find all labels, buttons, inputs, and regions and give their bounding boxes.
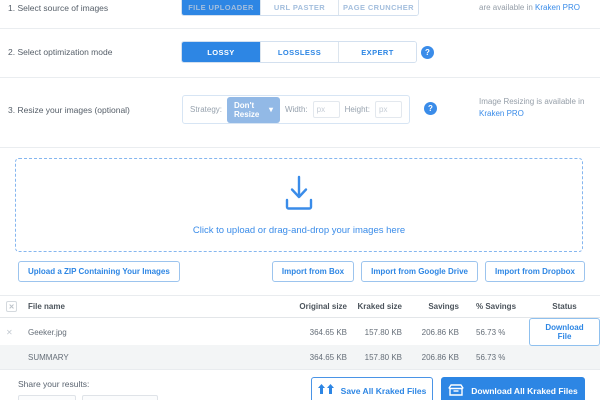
import-google-drive-button[interactable]: Import from Google Drive bbox=[361, 261, 478, 282]
upload-zip-button[interactable]: Upload a ZIP Containing Your Images bbox=[18, 261, 180, 282]
tab-url-paster[interactable]: URL PASTER bbox=[260, 0, 338, 15]
archive-box-icon bbox=[448, 384, 464, 398]
width-input[interactable] bbox=[313, 101, 340, 118]
import-dropbox-button[interactable]: Import from Dropbox bbox=[485, 261, 585, 282]
col-pct-savings: % Savings bbox=[459, 302, 529, 311]
width-label: Width: bbox=[285, 105, 308, 114]
col-original-size: Original size bbox=[274, 302, 347, 311]
resize-pro-note: Image Resizing is available in Kraken PR… bbox=[479, 96, 594, 120]
col-file-name: File name bbox=[28, 302, 274, 311]
pro-note-text: are available in bbox=[479, 3, 535, 12]
resize-help-icon[interactable]: ? bbox=[424, 102, 437, 115]
upload-arrow-icon bbox=[277, 175, 321, 216]
share-button-2[interactable] bbox=[82, 395, 158, 400]
upload-dropzone[interactable]: Click to upload or drag-and-drop your im… bbox=[15, 158, 583, 252]
mode-selector: LOSSY LOSSLESS EXPERT bbox=[181, 41, 417, 63]
pro-note: are available in Kraken PRO bbox=[479, 2, 594, 14]
share-button-1[interactable] bbox=[18, 395, 76, 400]
table-header-row: ✕ File name Original size Kraked size Sa… bbox=[0, 295, 600, 318]
col-savings: Savings bbox=[402, 302, 459, 311]
table-row: ✕ Geeker.jpg 364.65 KB 157.80 KB 206.86 … bbox=[0, 318, 600, 345]
download-file-button[interactable]: Download File bbox=[529, 318, 600, 346]
strategy-label: Strategy: bbox=[190, 105, 222, 114]
tab-page-cruncher[interactable]: PAGE CRUNCHER bbox=[338, 0, 418, 15]
strategy-value: Don't Resize bbox=[234, 101, 264, 119]
file-savings: 206.86 KB bbox=[402, 328, 459, 337]
section-divider-2 bbox=[0, 77, 600, 78]
save-all-label: Save All Kraked Files bbox=[341, 386, 427, 396]
col-kraked-size: Kraked size bbox=[347, 302, 402, 311]
dropzone-text: Click to upload or drag-and-drop your im… bbox=[193, 225, 405, 236]
summary-savings: 206.86 KB bbox=[402, 353, 459, 362]
mode-help-icon[interactable]: ? bbox=[421, 46, 434, 59]
section-divider-1 bbox=[0, 28, 600, 29]
share-results-label: Share your results: bbox=[18, 379, 89, 389]
resize-pro-note-text: Image Resizing is available in bbox=[479, 97, 584, 106]
tab-file-uploader[interactable]: FILE UPLOADER bbox=[182, 0, 260, 15]
summary-row: SUMMARY 364.65 KB 157.80 KB 206.86 KB 56… bbox=[0, 345, 600, 370]
source-tabs: FILE UPLOADER URL PASTER PAGE CRUNCHER bbox=[181, 0, 419, 16]
remove-file-icon[interactable]: ✕ bbox=[6, 328, 28, 337]
col-status: Status bbox=[529, 302, 600, 311]
results-table: ✕ File name Original size Kraked size Sa… bbox=[0, 295, 600, 370]
strategy-select[interactable]: Don't Resize ▾ bbox=[227, 97, 280, 123]
summary-original-size: 364.65 KB bbox=[274, 353, 347, 362]
resize-kraken-pro-link[interactable]: Kraken PRO bbox=[479, 109, 524, 118]
download-all-label: Download All Kraked Files bbox=[471, 386, 577, 396]
resize-controls: Strategy: Don't Resize ▾ Width: Height: bbox=[182, 95, 410, 124]
import-box-button[interactable]: Import from Box bbox=[272, 261, 354, 282]
step1-label: 1. Select source of images bbox=[8, 3, 108, 13]
step2-label: 2. Select optimization mode bbox=[8, 47, 112, 57]
clear-all-icon[interactable]: ✕ bbox=[6, 301, 17, 312]
summary-pct-savings: 56.73 % bbox=[459, 353, 529, 362]
cloud-save-icon bbox=[318, 384, 334, 397]
mode-lossy[interactable]: LOSSY bbox=[182, 42, 260, 62]
save-all-kraked-files-button[interactable]: Save All Kraked Files bbox=[311, 377, 433, 400]
kraken-optimizer-page: 1. Select source of images FILE UPLOADER… bbox=[0, 0, 600, 400]
file-name: Geeker.jpg bbox=[28, 328, 274, 337]
kraken-pro-link[interactable]: Kraken PRO bbox=[535, 3, 580, 12]
download-all-kraked-files-button[interactable]: Download All Kraked Files bbox=[441, 377, 585, 400]
mode-lossless[interactable]: LOSSLESS bbox=[260, 42, 338, 62]
summary-label: SUMMARY bbox=[28, 353, 274, 362]
file-kraked-size: 157.80 KB bbox=[347, 328, 402, 337]
height-input[interactable] bbox=[375, 101, 402, 118]
caret-down-icon: ▾ bbox=[269, 105, 273, 114]
file-original-size: 364.65 KB bbox=[274, 328, 347, 337]
import-buttons: Import from Box Import from Google Drive… bbox=[272, 261, 585, 282]
summary-kraked-size: 157.80 KB bbox=[347, 353, 402, 362]
step3-label: 3. Resize your images (optional) bbox=[8, 105, 130, 115]
height-label: Height: bbox=[345, 105, 370, 114]
mode-expert[interactable]: EXPERT bbox=[338, 42, 416, 62]
file-pct-savings: 56.73 % bbox=[459, 328, 529, 337]
section-divider-3 bbox=[0, 147, 600, 148]
